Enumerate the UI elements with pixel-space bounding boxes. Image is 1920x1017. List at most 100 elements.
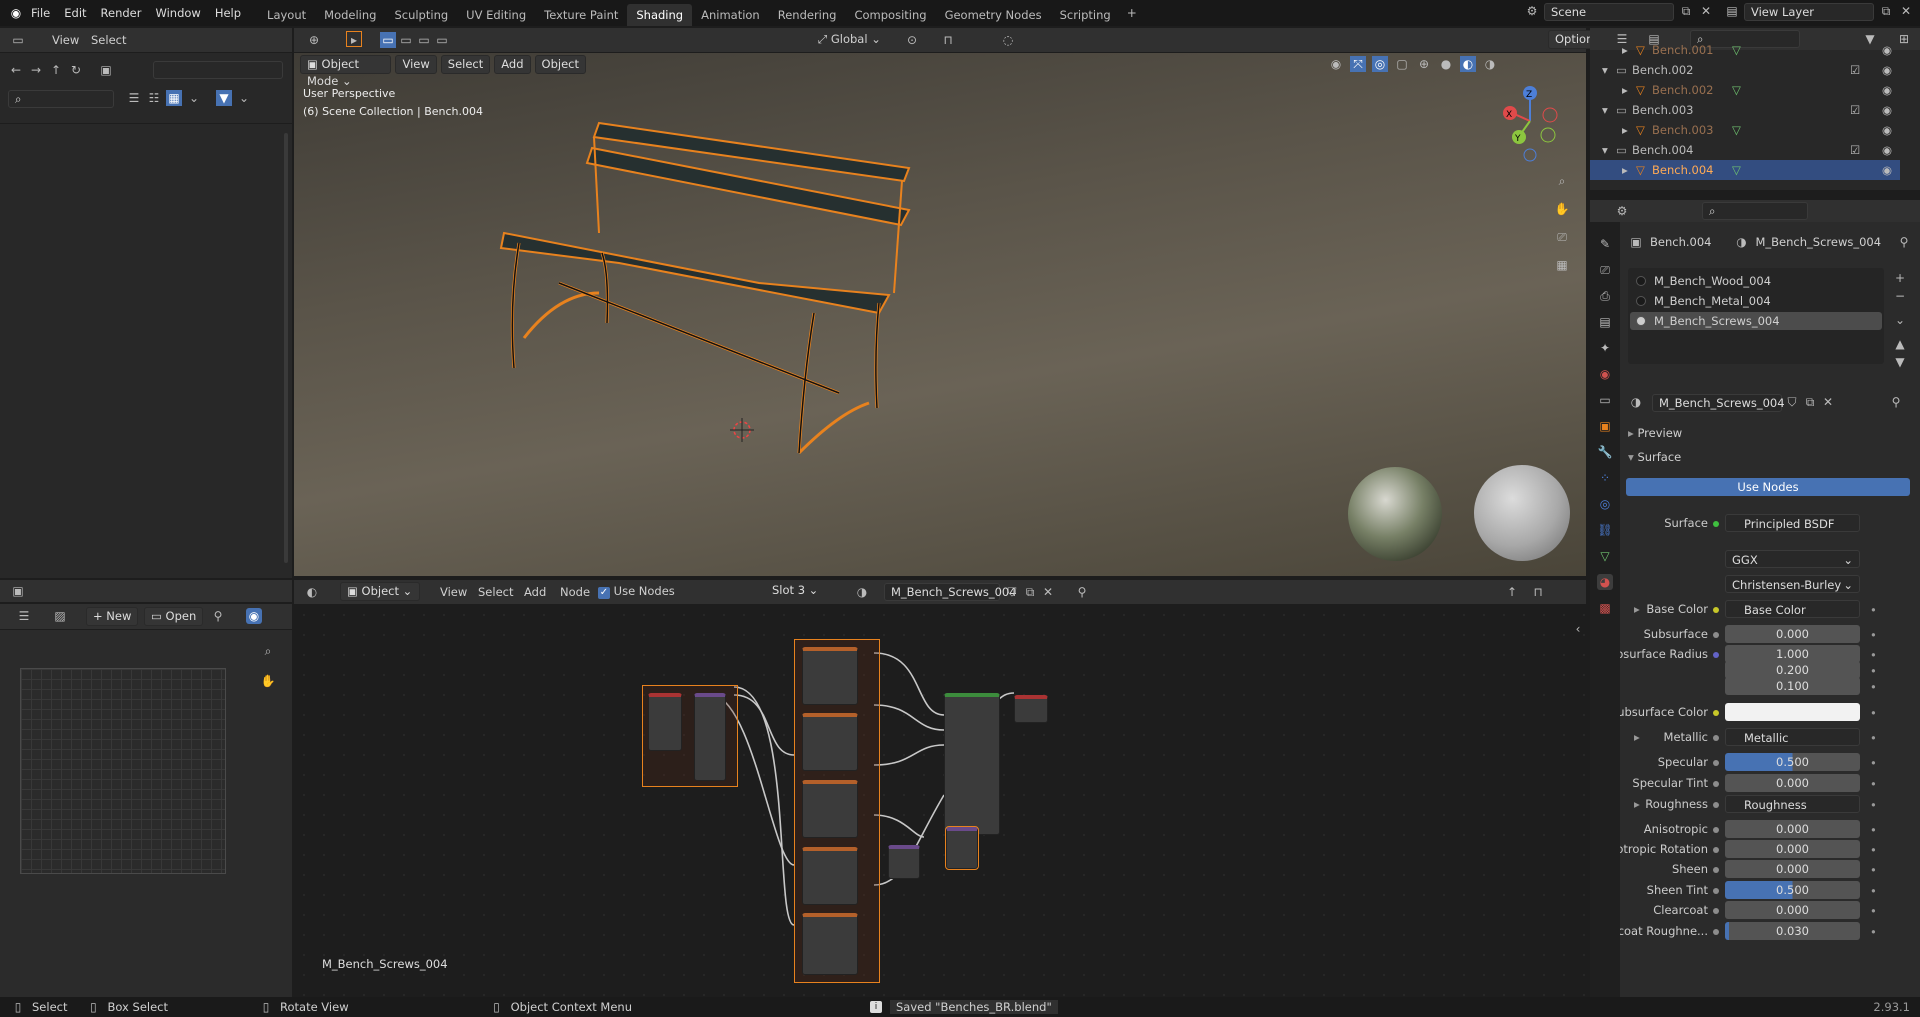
delete-scene-icon[interactable]: ✕ [1698, 3, 1714, 19]
fake-user-icon[interactable]: ⛉ [1784, 394, 1800, 410]
file-browser-menu-select[interactable]: Select [91, 33, 126, 47]
menu-window[interactable]: Window [148, 6, 207, 20]
overlay-icon[interactable]: ◎ [1372, 56, 1388, 72]
surface-panel-header[interactable]: ▾ Surface [1628, 450, 1681, 464]
new-folder-icon[interactable]: ▣ [98, 62, 114, 78]
bump-node[interactable] [945, 826, 979, 870]
add-workspace-icon[interactable]: + [1124, 5, 1140, 21]
socket-dot[interactable] [1713, 735, 1719, 741]
constraints-tab-icon[interactable]: ⛓ [1597, 522, 1613, 538]
property-value-field[interactable]: 0.000 [1725, 860, 1860, 878]
property-value-field[interactable]: 0.030 [1725, 922, 1860, 940]
properties-search-input[interactable]: ⌕ [1702, 202, 1808, 220]
property-value-field[interactable]: 0.000 [1725, 774, 1860, 792]
workspace-tab-rendering[interactable]: Rendering [769, 4, 846, 26]
node-menu-view[interactable]: View [440, 585, 467, 599]
image-browse-icon[interactable]: ▨ [52, 608, 68, 624]
socket-dot[interactable] [1713, 652, 1719, 658]
property-value-field[interactable]: 0.000 [1725, 840, 1860, 858]
new-view-layer-icon[interactable]: ⧉ [1878, 3, 1894, 19]
object-tab-icon[interactable]: ▣ [1597, 418, 1613, 434]
material-slot[interactable]: M_Bench_Metal_004 [1630, 292, 1882, 310]
select-extend-icon[interactable]: ▭ [398, 32, 414, 48]
keyframe-icon[interactable]: • [1870, 904, 1877, 918]
keyframe-icon[interactable]: • [1870, 603, 1877, 617]
list-horizontal-icon[interactable]: ☷ [146, 90, 162, 106]
material-slot[interactable]: M_Bench_Wood_004 [1630, 272, 1882, 290]
data-tab-icon[interactable]: ▽ [1597, 548, 1613, 564]
mesh-data-icon[interactable]: ▽ [1732, 40, 1741, 60]
visibility-icon[interactable]: ◉ [1882, 100, 1892, 120]
viewport-menu-add[interactable]: Add [494, 55, 531, 74]
thumbnails-icon[interactable]: ▦ [166, 90, 182, 106]
duplicate-material-icon[interactable]: ⧉ [1022, 584, 1038, 600]
view-layer-field[interactable]: View Layer [1744, 3, 1874, 21]
property-value-field[interactable]: 0.000 [1725, 625, 1860, 643]
duplicate-material-icon[interactable]: ⧉ [1802, 394, 1818, 410]
editor-type-icon[interactable]: ◐ [304, 584, 320, 600]
menu-edit[interactable]: Edit [57, 6, 93, 20]
display-dropdown-icon[interactable]: ⌄ [186, 90, 202, 106]
workspace-tab-modeling[interactable]: Modeling [315, 4, 385, 26]
new-image-button[interactable]: + New [86, 607, 139, 626]
workspace-tab-shading[interactable]: Shading [627, 4, 693, 26]
viewport-menu-select[interactable]: Select [440, 55, 491, 74]
keyframe-icon[interactable]: • [1870, 648, 1877, 662]
mapping-node[interactable] [694, 693, 726, 781]
workspace-tab-compositing[interactable]: Compositing [845, 4, 935, 26]
add-slot-icon[interactable]: + [1892, 270, 1908, 286]
keyframe-icon[interactable]: • [1870, 884, 1877, 898]
expand-icon[interactable]: ▾ [1602, 140, 1608, 160]
exclude-checkbox-icon[interactable]: ☑ [1850, 100, 1860, 120]
node-menu-node[interactable]: Node [560, 585, 590, 599]
workspace-tab-sculpting[interactable]: Sculpting [385, 4, 457, 26]
socket-dot[interactable] [1713, 929, 1719, 935]
mode-selector[interactable]: ▣ Object Mode ⌄ [300, 55, 392, 88]
fake-user-icon[interactable]: ⛉ [1004, 584, 1020, 600]
image-texture-node[interactable] [802, 713, 858, 771]
texture-node[interactable] [648, 693, 682, 751]
viewport-menu-view[interactable]: View [395, 55, 437, 74]
socket-dot[interactable] [1713, 867, 1719, 873]
outliner-row[interactable]: ▾ ▭ Bench.004 ☑ ◉ [1590, 140, 1900, 160]
distribution-dropdown[interactable]: GGX ⌄ [1725, 550, 1860, 568]
editor-type-icon[interactable]: ⊕ [306, 32, 322, 48]
pin-icon[interactable]: ⚲ [1074, 584, 1090, 600]
xray-icon[interactable]: ▢ [1394, 56, 1410, 72]
blender-logo-icon[interactable]: ◉ [8, 5, 24, 21]
expand-icon[interactable]: ▾ [1602, 60, 1608, 80]
proportional-icon[interactable]: ◌ [1000, 32, 1016, 48]
editor-type-icon[interactable]: ▭ [10, 32, 26, 48]
property-value-field[interactable] [1725, 703, 1860, 721]
socket-dot[interactable] [1713, 781, 1719, 787]
outliner-row[interactable]: ▾ ▭ Bench.002 ☑ ◉ [1590, 60, 1900, 80]
menu-render[interactable]: Render [94, 6, 149, 20]
mesh-data-icon[interactable]: ▽ [1732, 160, 1741, 180]
property-value-field[interactable]: 0.500 [1725, 881, 1860, 899]
socket-dot[interactable] [1713, 607, 1719, 613]
visibility-icon[interactable]: ◉ [1882, 80, 1892, 100]
slot-selector[interactable]: Slot 3 ⌄ [766, 582, 846, 601]
normal-map-node[interactable] [888, 845, 920, 879]
render-tab-icon[interactable]: ⎚ [1597, 262, 1613, 278]
delete-view-layer-icon[interactable]: ✕ [1898, 3, 1914, 19]
pivot-icon[interactable]: ⊙ [904, 32, 920, 48]
node-material-field[interactable]: M_Bench_Screws_004 [884, 583, 1017, 601]
list-vertical-icon[interactable]: ☰ [126, 90, 142, 106]
filter-dropdown-icon[interactable]: ⌄ [236, 90, 252, 106]
keyframe-icon[interactable]: • [1870, 777, 1877, 791]
mesh-data-icon[interactable]: ▽ [1732, 80, 1741, 100]
viewport-menu-object[interactable]: Object [534, 55, 586, 74]
view-mode-icon[interactable]: ◉ [246, 608, 262, 624]
keyframe-icon[interactable]: • [1870, 664, 1877, 678]
slot-specials-icon[interactable]: ⌄ [1892, 312, 1908, 328]
filter-icon[interactable]: ▼ [216, 90, 232, 106]
outliner-row[interactable]: ▸ ▽ Bench.001 ▽ ◉ [1590, 40, 1900, 60]
image-texture-node[interactable] [802, 647, 858, 705]
select-tool-icon[interactable]: ▸ [346, 31, 362, 47]
workspace-tab-geometry-nodes[interactable]: Geometry Nodes [936, 4, 1051, 26]
keyframe-icon[interactable]: • [1870, 798, 1877, 812]
select-invert-icon[interactable]: ▭ [434, 32, 450, 48]
material-shading-icon[interactable]: ◐ [1460, 56, 1476, 72]
link-type-icon[interactable]: ⚲ [1888, 394, 1904, 410]
